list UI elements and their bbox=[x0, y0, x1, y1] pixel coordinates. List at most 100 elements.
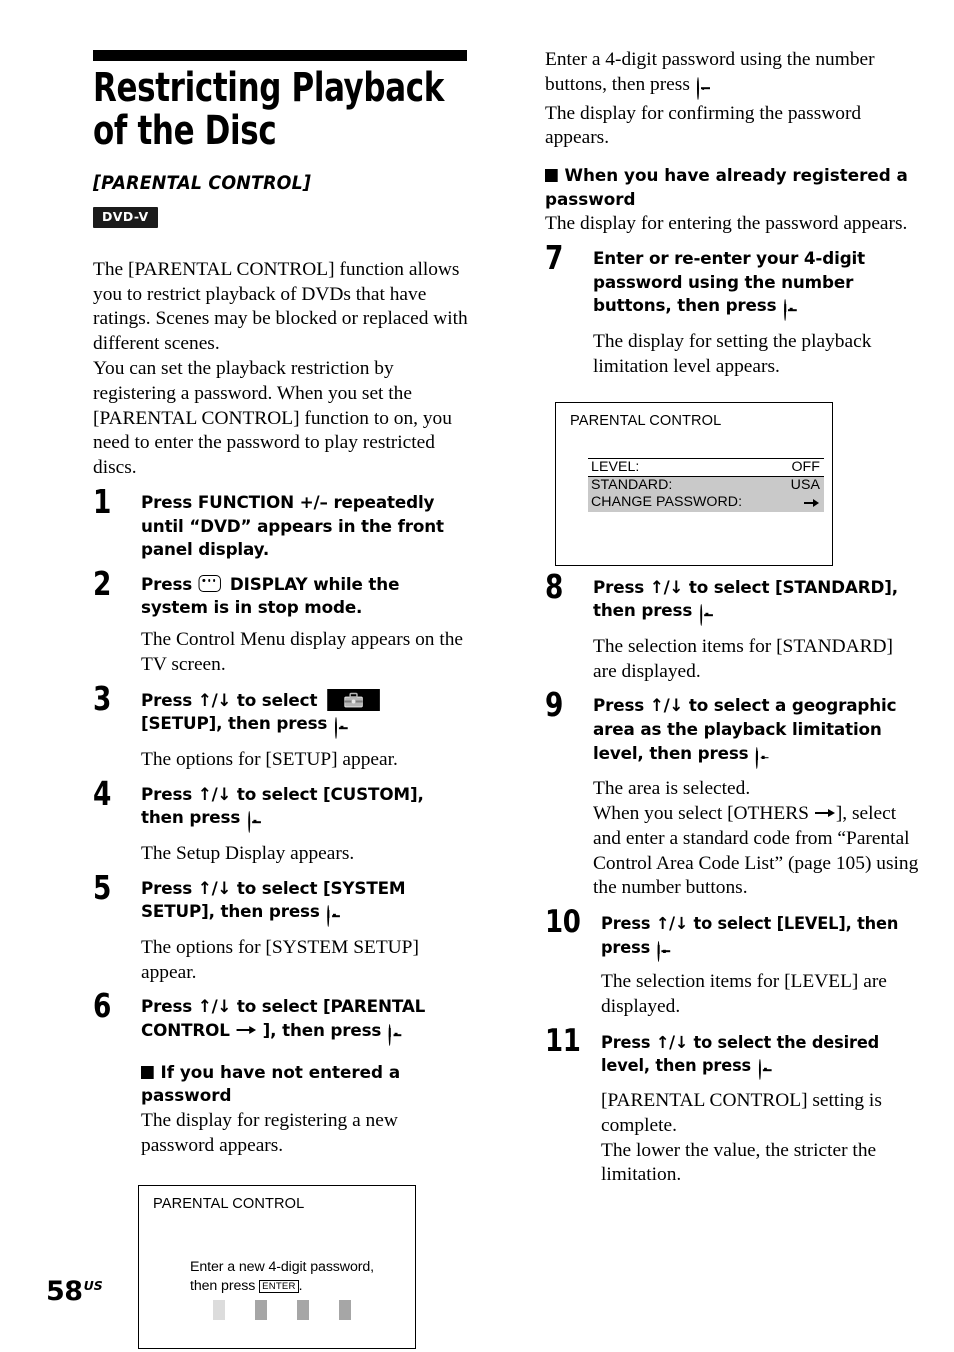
osd-password-line-2: then press ENTER. bbox=[190, 1277, 374, 1296]
page-number: 58US bbox=[46, 1278, 103, 1305]
step-11: 11 Press ↑/↓ to select the desired level… bbox=[545, 1025, 920, 1188]
osd-password-instruction: Enter a new 4-digit password, then press… bbox=[190, 1258, 374, 1296]
bullet-square-icon bbox=[545, 169, 558, 183]
step-10-heading-text-a: Press bbox=[601, 914, 651, 934]
step-2-heading: Press DISPLAY while the system is in sto… bbox=[141, 574, 460, 621]
right-intro-paragraph-1a: Enter a 4-digit password using the numbe… bbox=[545, 49, 875, 95]
enter-button-icon bbox=[784, 299, 787, 322]
left-column: Restricting Playback of the Disc [PARENT… bbox=[93, 0, 468, 1350]
subhead-already-registered: When you have already registered a passw… bbox=[545, 165, 911, 212]
enter-key-label: ENTER bbox=[259, 1280, 299, 1294]
step-9-body-1: The area is selected. bbox=[593, 778, 751, 800]
osd-row-change-password-value bbox=[804, 494, 821, 511]
osd-password-title: PARENTAL CONTROL bbox=[153, 1196, 305, 1213]
step-9-number: 9 bbox=[545, 685, 563, 725]
step-9-heading: Press ↑/↓ to select a geographic area as… bbox=[593, 695, 912, 770]
osd-row-level-label: LEVEL: bbox=[591, 458, 640, 475]
step-4: 4 Press ↑/↓ to select [CUSTOM], then pre… bbox=[93, 777, 468, 867]
password-digit-box-2 bbox=[255, 1300, 267, 1321]
osd-password-screen: PARENTAL CONTROL Enter a new 4-digit pas… bbox=[138, 1185, 416, 1350]
up-down-arrows: ↑/↓ bbox=[197, 784, 232, 805]
step-11-heading-text-c: . bbox=[762, 1056, 769, 1076]
subhead-already-registered-body: The display for entering the password ap… bbox=[545, 213, 908, 235]
osd-password-line-1: Enter a new 4-digit password, bbox=[190, 1259, 374, 1276]
step-3-heading: Press ↑/↓ to select [SETUP], then press … bbox=[141, 688, 460, 741]
osd-row-change-password-label: CHANGE PASSWORD: bbox=[591, 494, 743, 511]
step-3-heading-text-c: [SETUP], then press bbox=[141, 714, 328, 735]
page-number-region: US bbox=[83, 1278, 103, 1293]
step-8-heading-text-c: . bbox=[703, 601, 710, 622]
subhead-not-entered: If you have not entered a password bbox=[141, 1062, 460, 1109]
step-1-number: 1 bbox=[93, 482, 111, 522]
disc-type-badge: DVD-V bbox=[93, 207, 158, 228]
step-4-heading: Press ↑/↓ to select [CUSTOM], then press… bbox=[141, 784, 460, 835]
osd-row-standard-value: USA bbox=[790, 476, 820, 493]
step-3-body: The options for [SETUP] appear. bbox=[141, 748, 398, 770]
step-3-heading-text-d: . bbox=[338, 714, 346, 735]
intro-paragraph-2: You can set the playback restriction by … bbox=[93, 358, 452, 479]
enter-button-icon bbox=[758, 1059, 761, 1081]
step-9-heading-text-c: . bbox=[760, 743, 767, 764]
step-9: 9 Press ↑/↓ to select a geographic area … bbox=[545, 688, 920, 901]
osd-settings-screen: PARENTAL CONTROL LEVEL: OFF STANDARD: US… bbox=[555, 401, 833, 566]
step-8-body: The selection items for [STANDARD] are d… bbox=[593, 635, 894, 682]
right-arrow-icon bbox=[814, 808, 835, 818]
page-subtitle: [PARENTAL CONTROL] bbox=[93, 173, 312, 195]
step-10-heading: Press ↑/↓ to select [LEVEL], then press … bbox=[601, 912, 912, 963]
step-8-heading-text-a: Press bbox=[593, 577, 645, 598]
up-down-arrows: ↑/↓ bbox=[197, 878, 232, 899]
step-11-heading-text-a: Press bbox=[601, 1032, 651, 1052]
step-7-heading: Enter or re-enter your 4-digit password … bbox=[593, 248, 912, 323]
step-6: 6 Press ↑/↓ to select [PARENTAL CONTROL … bbox=[93, 989, 468, 1158]
subhead-not-entered-text: If you have not entered a password bbox=[141, 1062, 401, 1107]
right-intro-paragraph-1b: . bbox=[700, 73, 706, 95]
step-3: 3 Press ↑/↓ to select [SETUP], then pres… bbox=[93, 682, 468, 773]
step-8-heading: Press ↑/↓ to select [STANDARD], then pre… bbox=[593, 577, 912, 628]
step-9-body-2a: When you select [OTHERS bbox=[593, 802, 809, 824]
osd-row-level[interactable]: LEVEL: OFF bbox=[588, 458, 824, 477]
step-2: 2 Press DISPLAY while the system is in s… bbox=[93, 567, 468, 678]
right-intro-paragraph-2: The display for confirming the password … bbox=[545, 102, 862, 149]
step-3-heading-text-b: to select bbox=[236, 690, 318, 711]
manual-page: Restricting Playback of the Disc [PARENT… bbox=[0, 0, 954, 1352]
step-10-number: 10 bbox=[545, 904, 581, 941]
step-3-heading-text-a: Press bbox=[141, 690, 193, 711]
step-8-number: 8 bbox=[545, 566, 563, 606]
step-9-body-2: When you select [OTHERS ], select and en… bbox=[593, 802, 920, 901]
page-number-value: 58 bbox=[46, 1276, 83, 1307]
step-3-number: 3 bbox=[93, 678, 111, 718]
step-10-body: The selection items for [LEVEL] are disp… bbox=[601, 971, 887, 1018]
step-5-heading: Press ↑/↓ to select [SYSTEM SETUP], then… bbox=[141, 878, 460, 929]
step-4-body: The Setup Display appears. bbox=[141, 842, 355, 864]
step-7-heading-text-a: Enter or re-enter your 4-digit password … bbox=[593, 249, 866, 317]
step-10: 10 Press ↑/↓ to select [LEVEL], then pre… bbox=[545, 907, 920, 1020]
up-down-arrows: ↑/↓ bbox=[655, 914, 688, 934]
enter-button-icon bbox=[388, 1023, 391, 1046]
step-1-heading-text: Press FUNCTION +/– repeatedly until “DVD… bbox=[141, 493, 444, 561]
password-digit-box-1 bbox=[213, 1300, 225, 1321]
step-4-heading-text-a: Press bbox=[141, 784, 193, 805]
step-4-heading-text-c: . bbox=[251, 808, 258, 829]
password-digit-box-3 bbox=[297, 1300, 309, 1321]
step-2-body: The Control Menu display appears on the … bbox=[141, 629, 464, 675]
right-column: Enter a 4-digit password using the numbe… bbox=[545, 0, 920, 1188]
osd-row-change-password[interactable]: CHANGE PASSWORD: bbox=[588, 494, 824, 511]
step-10-heading-text-c: . bbox=[661, 937, 668, 957]
setup-toolbox-icon bbox=[326, 688, 380, 711]
osd-row-standard-label: STANDARD: bbox=[591, 476, 673, 493]
enter-button-icon bbox=[696, 76, 699, 100]
enter-button-icon bbox=[657, 940, 660, 962]
step-1: 1 Press FUNCTION +/– repeatedly until “D… bbox=[93, 485, 468, 563]
step-7-number: 7 bbox=[545, 238, 563, 278]
osd-row-level-value: OFF bbox=[791, 458, 820, 475]
osd-row-standard[interactable]: STANDARD: USA bbox=[588, 477, 824, 494]
enter-button-icon bbox=[247, 811, 250, 834]
osd-settings-title: PARENTAL CONTROL bbox=[570, 412, 722, 429]
right-intro-paragraph-1: Enter a 4-digit password using the numbe… bbox=[545, 48, 920, 102]
enter-button-icon bbox=[327, 905, 330, 928]
page-title: Restricting Playback of the Disc bbox=[93, 65, 444, 155]
step-6-heading-text-d: . bbox=[392, 1020, 400, 1041]
right-arrow-icon bbox=[236, 1025, 256, 1035]
step-7-body: The display for setting the playback lim… bbox=[593, 330, 872, 377]
password-digit-box-4 bbox=[339, 1300, 351, 1321]
